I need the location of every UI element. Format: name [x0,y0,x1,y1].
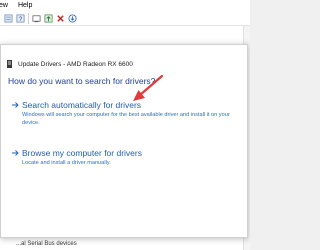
search-automatically-description: Windows will search your computer for th… [22,112,230,126]
toolbar-separator [28,13,29,24]
update-drivers-dialog: Update Drivers - AMD Radeon RX 6600 How … [0,44,248,238]
menu-help[interactable]: Help [18,0,32,11]
dialog-heading: How do you want to search for drivers? [8,76,156,86]
help-icon[interactable]: ? [16,14,25,23]
display-adapter-icon [7,60,12,68]
toolbar: ? [0,11,250,26]
dialog-title-text: Update Drivers - AMD Radeon RX 6600 [18,60,133,68]
device-manager-window: ew Help ? ...al Serial Bus devices Updat… [0,0,250,250]
arrow-right-icon [12,102,19,108]
properties-icon[interactable] [4,14,13,23]
tree-item-usb-controllers[interactable]: ...al Serial Bus devices [16,241,77,247]
download-icon[interactable] [68,14,77,23]
menu-bar: ew Help [0,0,250,11]
search-automatically-link[interactable]: Search automatically for drivers [22,100,141,110]
browse-computer-description: Locate and install a driver manually. [22,160,111,166]
update-driver-icon[interactable] [44,14,53,23]
uninstall-icon[interactable] [56,14,65,23]
arrow-right-icon [12,150,19,156]
browse-computer-link[interactable]: Browse my computer for drivers [22,148,142,158]
menu-view[interactable]: ew [0,0,8,11]
svg-text:?: ? [19,16,23,23]
scan-icon[interactable] [32,14,41,23]
dialog-title: Update Drivers - AMD Radeon RX 6600 [7,59,133,69]
